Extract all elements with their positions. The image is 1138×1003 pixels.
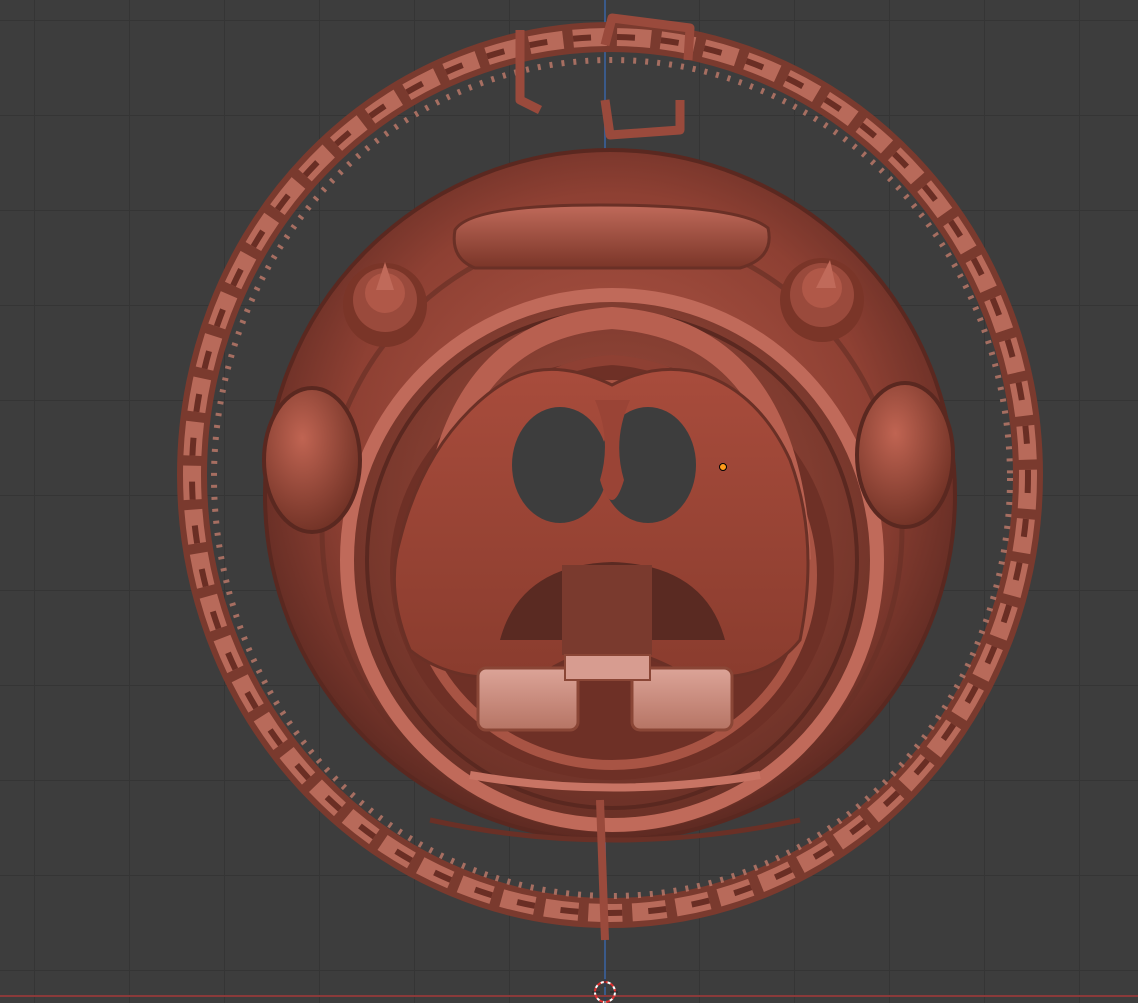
3d-cursor-icon[interactable] [592,979,618,1003]
right-cone [780,258,864,342]
3d-viewport[interactable] [0,0,1138,1003]
sculpt-model[interactable] [0,0,1138,1003]
left-disc [262,386,362,534]
brow-plate [452,203,771,270]
right-disc [855,381,955,529]
object-origin-icon[interactable] [719,463,727,471]
left-eye-hole [512,407,608,523]
